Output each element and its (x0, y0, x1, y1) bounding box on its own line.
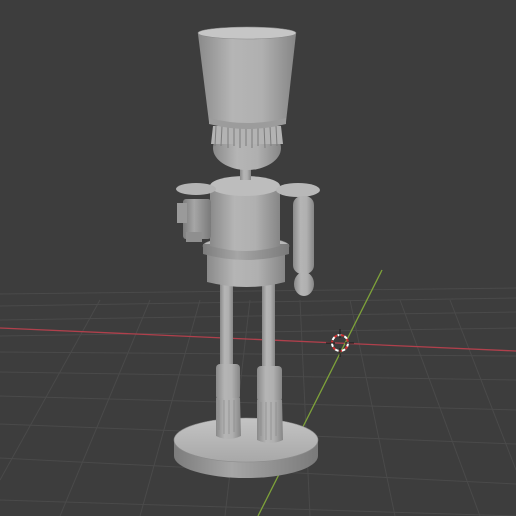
left-leg[interactable] (216, 280, 241, 439)
base[interactable] (173, 417, 319, 478)
right-leg[interactable] (257, 280, 283, 443)
hat[interactable] (197, 26, 297, 129)
torso[interactable] (210, 176, 280, 251)
left-arm[interactable] (176, 183, 216, 242)
x-axis-line (0, 327, 516, 352)
3d-viewport[interactable] (0, 0, 516, 516)
